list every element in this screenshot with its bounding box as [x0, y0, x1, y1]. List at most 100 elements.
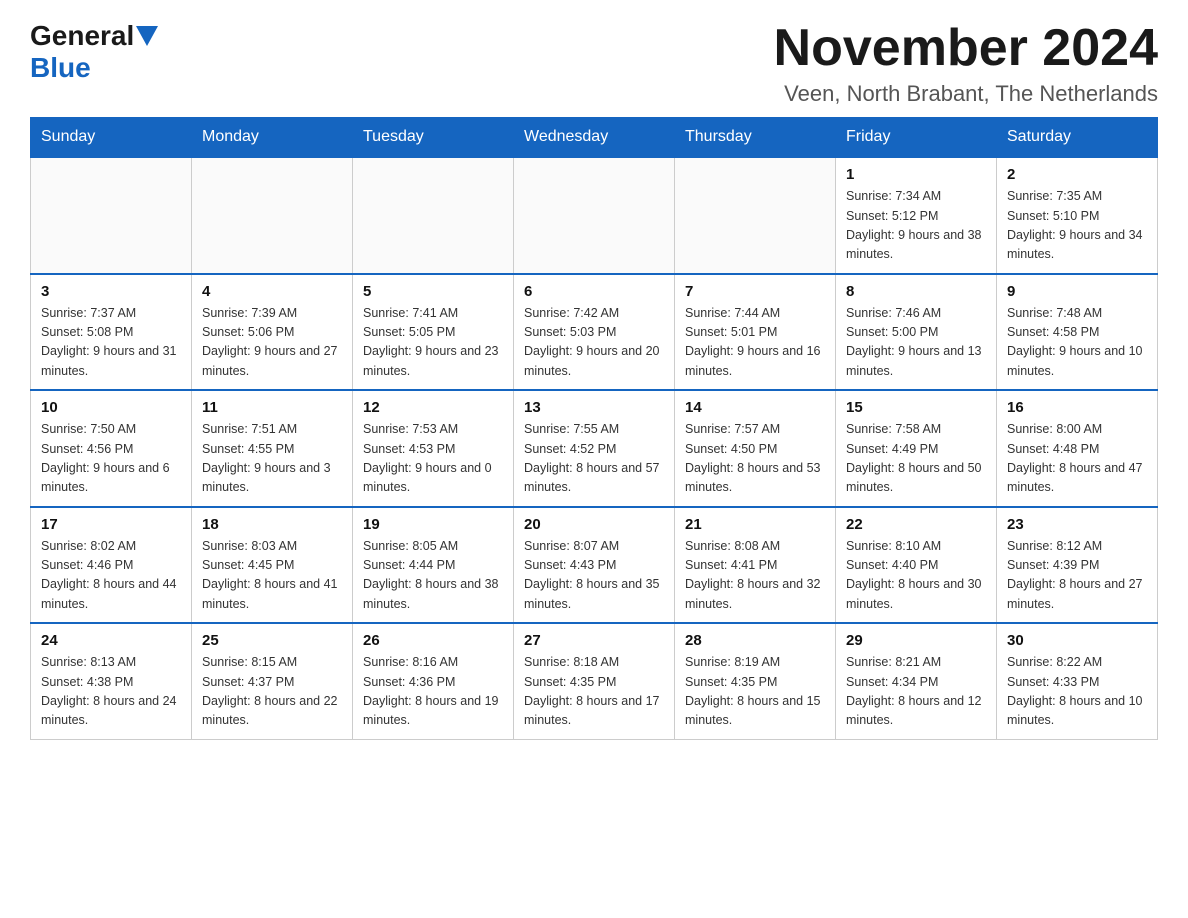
calendar-cell: 6 Sunrise: 7:42 AM Sunset: 5:03 PM Daylig…	[514, 274, 675, 391]
day-info: Sunrise: 7:57 AM Sunset: 4:50 PM Dayligh…	[685, 420, 825, 498]
col-header-monday: Monday	[192, 118, 353, 158]
day-info: Sunrise: 7:51 AM Sunset: 4:55 PM Dayligh…	[202, 420, 342, 498]
calendar-cell	[31, 157, 192, 274]
day-info: Sunrise: 8:02 AM Sunset: 4:46 PM Dayligh…	[41, 537, 181, 615]
day-info: Sunrise: 7:48 AM Sunset: 4:58 PM Dayligh…	[1007, 304, 1147, 382]
day-number: 4	[202, 283, 342, 300]
day-info: Sunrise: 7:37 AM Sunset: 5:08 PM Dayligh…	[41, 304, 181, 382]
calendar-cell: 13 Sunrise: 7:55 AM Sunset: 4:52 PM Dayli…	[514, 390, 675, 507]
day-info: Sunrise: 7:41 AM Sunset: 5:05 PM Dayligh…	[363, 304, 503, 382]
col-header-wednesday: Wednesday	[514, 118, 675, 158]
col-header-tuesday: Tuesday	[353, 118, 514, 158]
logo-area: General Blue	[30, 20, 158, 84]
day-info: Sunrise: 8:21 AM Sunset: 4:34 PM Dayligh…	[846, 653, 986, 731]
calendar-cell: 15 Sunrise: 7:58 AM Sunset: 4:49 PM Dayli…	[836, 390, 997, 507]
calendar-cell: 11 Sunrise: 7:51 AM Sunset: 4:55 PM Dayli…	[192, 390, 353, 507]
day-info: Sunrise: 8:00 AM Sunset: 4:48 PM Dayligh…	[1007, 420, 1147, 498]
week-row-5: 24Sunrise: 8:13 AM Sunset: 4:38 PM Dayli…	[31, 623, 1158, 739]
day-number: 26	[363, 632, 503, 649]
day-number: 6	[524, 283, 664, 300]
week-row-2: 3 Sunrise: 7:37 AM Sunset: 5:08 PM Daylig…	[31, 274, 1158, 391]
col-header-sunday: Sunday	[31, 118, 192, 158]
logo-blue-text: Blue	[30, 52, 91, 84]
calendar-cell	[353, 157, 514, 274]
day-number: 19	[363, 516, 503, 533]
calendar-cell: 16Sunrise: 8:00 AM Sunset: 4:48 PM Dayli…	[997, 390, 1158, 507]
calendar-cell: 30 Sunrise: 8:22 AM Sunset: 4:33 PM Dayli…	[997, 623, 1158, 739]
calendar-cell: 25 Sunrise: 8:15 AM Sunset: 4:37 PM Dayli…	[192, 623, 353, 739]
week-row-3: 10Sunrise: 7:50 AM Sunset: 4:56 PM Dayli…	[31, 390, 1158, 507]
calendar-cell: 18Sunrise: 8:03 AM Sunset: 4:45 PM Dayli…	[192, 507, 353, 624]
day-number: 20	[524, 516, 664, 533]
day-number: 21	[685, 516, 825, 533]
day-number: 30	[1007, 632, 1147, 649]
day-number: 5	[363, 283, 503, 300]
calendar-header-row: SundayMondayTuesdayWednesdayThursdayFrid…	[31, 118, 1158, 158]
day-info: Sunrise: 8:19 AM Sunset: 4:35 PM Dayligh…	[685, 653, 825, 731]
calendar-cell: 28 Sunrise: 8:19 AM Sunset: 4:35 PM Dayli…	[675, 623, 836, 739]
calendar-cell: 19 Sunrise: 8:05 AM Sunset: 4:44 PM Dayli…	[353, 507, 514, 624]
calendar-cell: 26 Sunrise: 8:16 AM Sunset: 4:36 PM Dayli…	[353, 623, 514, 739]
day-info: Sunrise: 8:08 AM Sunset: 4:41 PM Dayligh…	[685, 537, 825, 615]
day-number: 9	[1007, 283, 1147, 300]
day-number: 17	[41, 516, 181, 533]
day-number: 24	[41, 632, 181, 649]
day-number: 8	[846, 283, 986, 300]
day-info: Sunrise: 7:55 AM Sunset: 4:52 PM Dayligh…	[524, 420, 664, 498]
calendar-cell: 24Sunrise: 8:13 AM Sunset: 4:38 PM Dayli…	[31, 623, 192, 739]
calendar-table: SundayMondayTuesdayWednesdayThursdayFrid…	[30, 117, 1158, 740]
day-info: Sunrise: 8:16 AM Sunset: 4:36 PM Dayligh…	[363, 653, 503, 731]
calendar-cell	[192, 157, 353, 274]
calendar-cell	[514, 157, 675, 274]
day-info: Sunrise: 8:22 AM Sunset: 4:33 PM Dayligh…	[1007, 653, 1147, 731]
location-title: Veen, North Brabant, The Netherlands	[774, 81, 1158, 107]
day-info: Sunrise: 8:05 AM Sunset: 4:44 PM Dayligh…	[363, 537, 503, 615]
day-info: Sunrise: 8:10 AM Sunset: 4:40 PM Dayligh…	[846, 537, 986, 615]
day-info: Sunrise: 7:34 AM Sunset: 5:12 PM Dayligh…	[846, 187, 986, 265]
calendar-cell: 5 Sunrise: 7:41 AM Sunset: 5:05 PM Daylig…	[353, 274, 514, 391]
calendar-cell: 4 Sunrise: 7:39 AM Sunset: 5:06 PM Daylig…	[192, 274, 353, 391]
calendar-cell: 23Sunrise: 8:12 AM Sunset: 4:39 PM Dayli…	[997, 507, 1158, 624]
day-info: Sunrise: 8:18 AM Sunset: 4:35 PM Dayligh…	[524, 653, 664, 731]
calendar-cell: 20 Sunrise: 8:07 AM Sunset: 4:43 PM Dayli…	[514, 507, 675, 624]
week-row-1: 1 Sunrise: 7:34 AM Sunset: 5:12 PM Daylig…	[31, 157, 1158, 274]
day-number: 22	[846, 516, 986, 533]
calendar-cell: 2Sunrise: 7:35 AM Sunset: 5:10 PM Daylig…	[997, 157, 1158, 274]
day-number: 15	[846, 399, 986, 416]
day-info: Sunrise: 7:44 AM Sunset: 5:01 PM Dayligh…	[685, 304, 825, 382]
col-header-thursday: Thursday	[675, 118, 836, 158]
day-info: Sunrise: 7:58 AM Sunset: 4:49 PM Dayligh…	[846, 420, 986, 498]
calendar-cell: 21 Sunrise: 8:08 AM Sunset: 4:41 PM Dayli…	[675, 507, 836, 624]
day-number: 12	[363, 399, 503, 416]
logo-general-text: General	[30, 20, 134, 52]
day-number: 27	[524, 632, 664, 649]
day-info: Sunrise: 7:35 AM Sunset: 5:10 PM Dayligh…	[1007, 187, 1147, 265]
day-number: 11	[202, 399, 342, 416]
day-info: Sunrise: 8:07 AM Sunset: 4:43 PM Dayligh…	[524, 537, 664, 615]
calendar-cell: 1 Sunrise: 7:34 AM Sunset: 5:12 PM Daylig…	[836, 157, 997, 274]
day-info: Sunrise: 7:53 AM Sunset: 4:53 PM Dayligh…	[363, 420, 503, 498]
day-info: Sunrise: 7:42 AM Sunset: 5:03 PM Dayligh…	[524, 304, 664, 382]
calendar-cell: 7 Sunrise: 7:44 AM Sunset: 5:01 PM Daylig…	[675, 274, 836, 391]
day-info: Sunrise: 8:15 AM Sunset: 4:37 PM Dayligh…	[202, 653, 342, 731]
day-info: Sunrise: 7:39 AM Sunset: 5:06 PM Dayligh…	[202, 304, 342, 382]
logo-arrow-icon	[136, 26, 158, 46]
calendar-cell	[675, 157, 836, 274]
calendar-cell: 10Sunrise: 7:50 AM Sunset: 4:56 PM Dayli…	[31, 390, 192, 507]
col-header-friday: Friday	[836, 118, 997, 158]
calendar-cell: 14 Sunrise: 7:57 AM Sunset: 4:50 PM Dayli…	[675, 390, 836, 507]
calendar-cell: 17 Sunrise: 8:02 AM Sunset: 4:46 PM Dayli…	[31, 507, 192, 624]
day-number: 10	[41, 399, 181, 416]
day-number: 14	[685, 399, 825, 416]
day-number: 23	[1007, 516, 1147, 533]
day-number: 13	[524, 399, 664, 416]
calendar-cell: 3 Sunrise: 7:37 AM Sunset: 5:08 PM Daylig…	[31, 274, 192, 391]
day-number: 1	[846, 166, 986, 183]
calendar-cell: 8Sunrise: 7:46 AM Sunset: 5:00 PM Daylig…	[836, 274, 997, 391]
day-number: 3	[41, 283, 181, 300]
day-number: 29	[846, 632, 986, 649]
calendar-cell: 9 Sunrise: 7:48 AM Sunset: 4:58 PM Daylig…	[997, 274, 1158, 391]
day-number: 28	[685, 632, 825, 649]
day-number: 7	[685, 283, 825, 300]
day-number: 25	[202, 632, 342, 649]
